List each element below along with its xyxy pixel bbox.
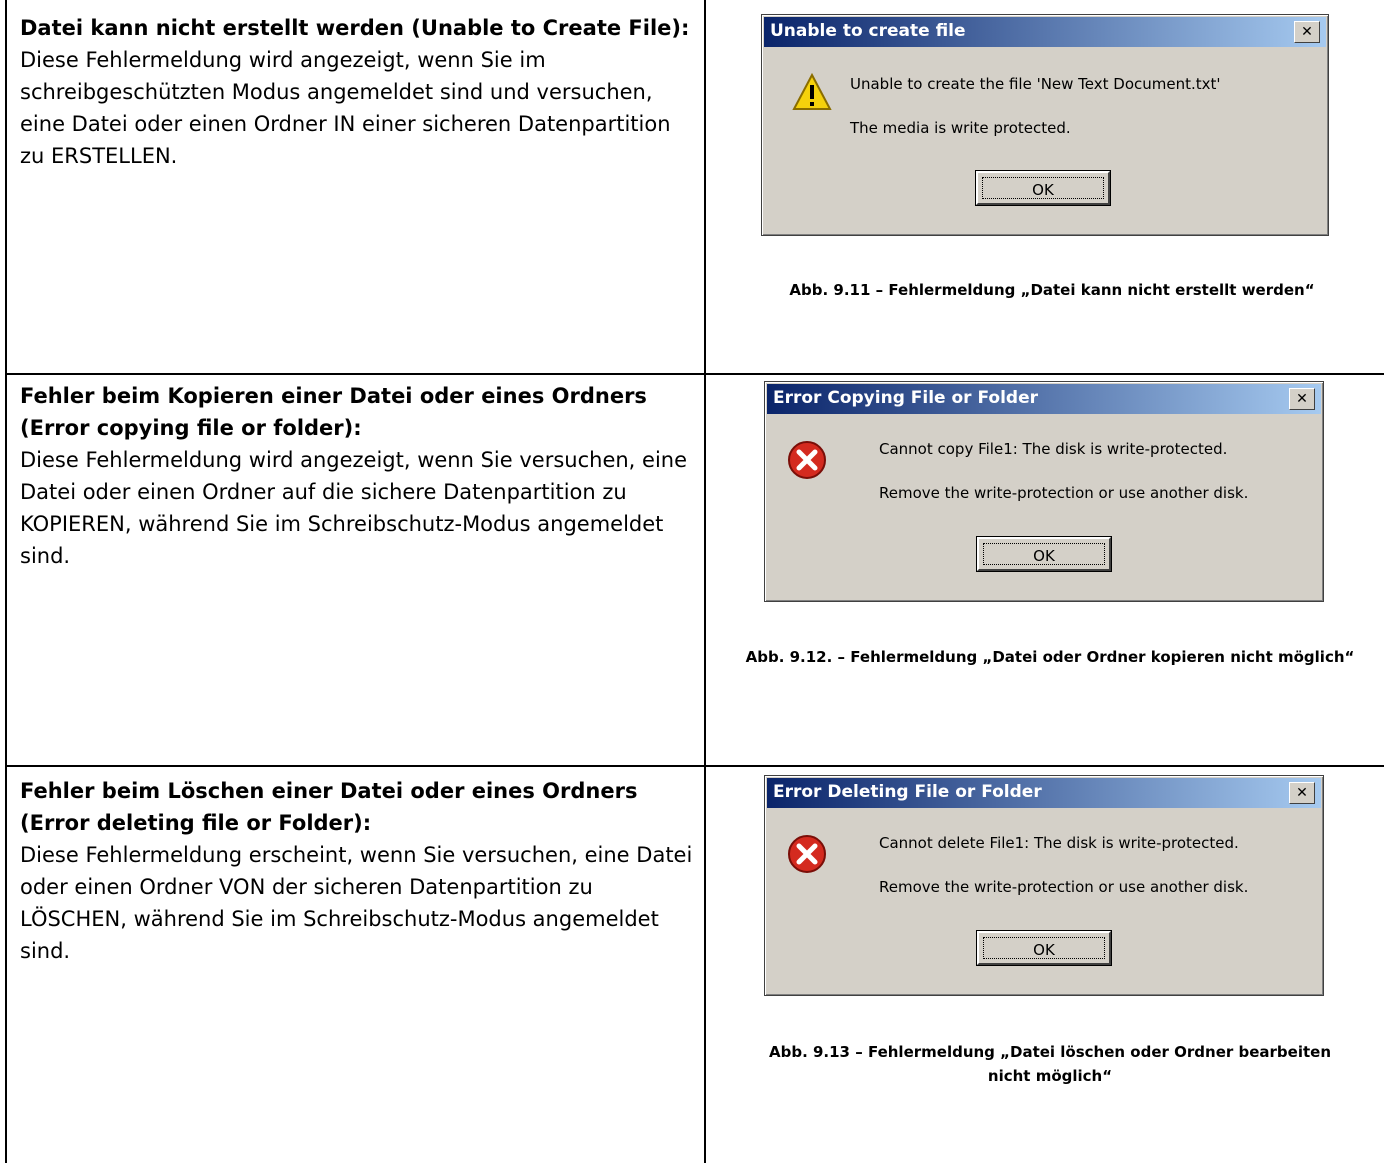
dialog-titlebar: Unable to create file ✕ <box>764 17 1326 47</box>
row-2-text: Fehler beim Kopieren einer Datei oder ei… <box>20 380 700 572</box>
ok-button[interactable]: OK <box>976 930 1112 966</box>
error-icon <box>788 835 826 873</box>
row-2-body: Diese Fehlermeldung wird angezeigt, wenn… <box>20 448 688 568</box>
row-divider <box>5 765 1384 767</box>
error-icon <box>788 441 826 479</box>
table-left-border <box>5 0 7 1163</box>
ok-button-label: OK <box>983 543 1105 565</box>
dialog-message-line1: Unable to create the file 'New Text Docu… <box>850 75 1221 93</box>
dialog-title: Error Deleting File or Folder <box>773 782 1042 802</box>
figure-caption-9-12: Abb. 9.12. – Fehlermeldung „Datei oder O… <box>745 648 1355 666</box>
dialog-title: Unable to create file <box>770 21 966 41</box>
dialog-message-line1: Cannot copy File1: The disk is write-pro… <box>879 440 1228 458</box>
dialog-message-line2: Remove the write-protection or use anoth… <box>879 878 1249 896</box>
ok-button[interactable]: OK <box>976 536 1112 572</box>
row-divider <box>5 373 1384 375</box>
row-3-body: Diese Fehlermeldung erscheint, wenn Sie … <box>20 843 693 963</box>
unable-to-create-dialog: Unable to create file ✕ Unable to create… <box>761 14 1329 236</box>
table-column-divider <box>704 0 706 1163</box>
row-1-text: Datei kann nicht erstellt werden (Unable… <box>20 12 700 172</box>
dialog-titlebar: Error Copying File or Folder ✕ <box>767 384 1321 414</box>
figure-caption-9-13: Abb. 9.13 – Fehlermeldung „Datei löschen… <box>768 1043 1332 1085</box>
dialog-titlebar: Error Deleting File or Folder ✕ <box>767 778 1321 808</box>
error-deleting-dialog: Error Deleting File or Folder ✕ Cannot d… <box>764 775 1324 996</box>
error-copying-dialog: Error Copying File or Folder ✕ Cannot co… <box>764 381 1324 602</box>
close-button[interactable]: ✕ <box>1294 21 1320 43</box>
ok-button-label: OK <box>983 937 1105 959</box>
row-1-body: Diese Fehlermeldung wird angezeigt, wenn… <box>20 48 671 168</box>
dialog-message-line2: Remove the write-protection or use anoth… <box>879 484 1249 502</box>
ok-button-label: OK <box>982 177 1104 199</box>
row-1-heading: Datei kann nicht erstellt werden (Unable… <box>20 16 690 40</box>
row-3-heading: Fehler beim Löschen einer Datei oder ein… <box>20 779 638 835</box>
row-2-heading: Fehler beim Kopieren einer Datei oder ei… <box>20 384 647 440</box>
warning-icon <box>792 73 832 110</box>
close-button[interactable]: ✕ <box>1289 782 1315 804</box>
close-button[interactable]: ✕ <box>1289 388 1315 410</box>
row-3-text: Fehler beim Löschen einer Datei oder ein… <box>20 775 700 967</box>
ok-button[interactable]: OK <box>975 170 1111 206</box>
dialog-message-line1: Cannot delete File1: The disk is write-p… <box>879 834 1239 852</box>
figure-caption-9-11: Abb. 9.11 – Fehlermeldung „Datei kann ni… <box>789 281 1315 299</box>
dialog-title: Error Copying File or Folder <box>773 388 1038 408</box>
dialog-message-line2: The media is write protected. <box>850 119 1071 137</box>
